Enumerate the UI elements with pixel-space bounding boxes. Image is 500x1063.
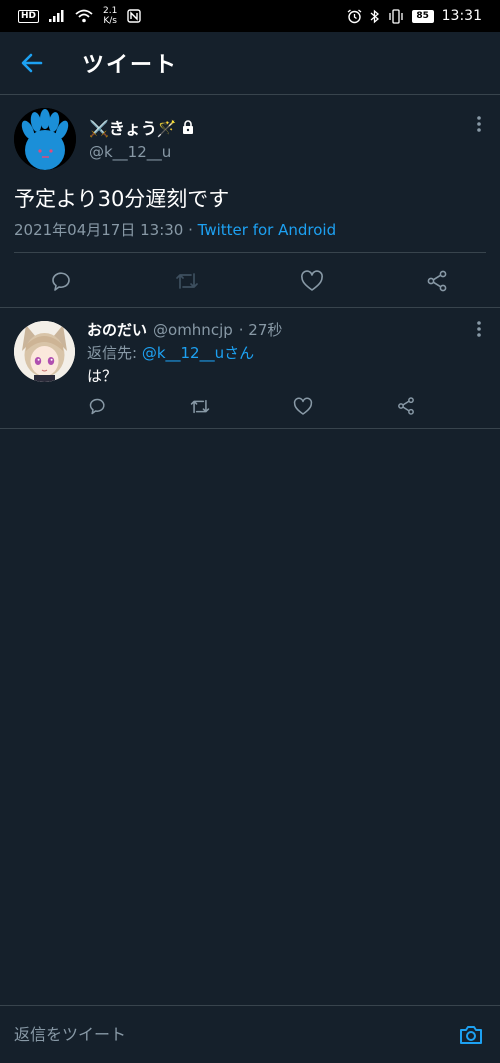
replying-to-label: 返信先: (87, 344, 142, 362)
reply-button[interactable] (48, 267, 76, 295)
tweet-text: 予定より30分遅刻です (14, 187, 230, 211)
reply-author-name[interactable]: おのだい (87, 319, 147, 340)
app-header: ツイート (0, 32, 500, 95)
reply-share-button[interactable] (394, 394, 418, 418)
more-vertical-icon (477, 116, 481, 132)
more-options-button[interactable] (476, 115, 482, 137)
retweet-icon (176, 273, 198, 289)
tweet-actions (0, 263, 500, 303)
more-vertical-icon (477, 321, 481, 337)
share-icon (398, 397, 414, 415)
status-bar: HD 2.1 K/s 85 13:31 (0, 0, 500, 32)
battery-indicator: 85 (411, 9, 434, 23)
replying-to-mention[interactable]: @k__12__uさん (142, 344, 254, 362)
reply-author-handle[interactable]: @omhncjp (153, 321, 233, 339)
tweet-timestamp: 2021年04月17日 13:30 (14, 221, 184, 239)
retweet-icon (190, 399, 210, 413)
replying-to: 返信先: @k__12__uさん (87, 342, 254, 363)
avatar-image (14, 108, 76, 170)
avatar[interactable] (14, 108, 76, 170)
alarm-icon (347, 8, 362, 23)
like-icon (301, 270, 323, 291)
back-button[interactable] (0, 32, 64, 95)
nfc-icon (127, 9, 142, 23)
lock-icon (182, 120, 193, 134)
reply-input[interactable] (14, 1025, 456, 1044)
share-button[interactable] (423, 267, 451, 295)
divider (14, 252, 486, 253)
main-tweet: ⚔️きょう🪄 @k__12__u 予定より30分遅刻です 2021年04月17日… (0, 95, 500, 308)
reply-retweet-button[interactable] (188, 394, 212, 418)
camera-icon (460, 1025, 482, 1044)
author-handle[interactable]: @k__12__u (89, 143, 171, 161)
reply-tweet[interactable]: おのだい @omhncjp · 27秒 返信先: @k__12__uさん は？ (0, 308, 500, 429)
reply-icon (89, 398, 105, 415)
like-button[interactable] (298, 267, 326, 295)
hd-badge: HD (18, 9, 40, 23)
tweet-source-link[interactable]: Twitter for Android (198, 221, 336, 239)
reply-avatar-image (14, 321, 75, 382)
network-speed: 2.1 K/s (103, 6, 118, 26)
reply-reply-button[interactable] (86, 394, 110, 418)
reply-actions (0, 394, 500, 420)
share-icon (427, 270, 447, 292)
reply-header: おのだい @omhncjp · 27秒 (87, 319, 282, 340)
meta-separator: · (183, 221, 198, 239)
reply-like-button[interactable] (291, 394, 315, 418)
reply-more-options-button[interactable] (476, 320, 482, 342)
reply-compose-bar (0, 1005, 500, 1063)
tweet-meta: 2021年04月17日 13:30 · Twitter for Android (14, 219, 336, 240)
bluetooth-icon (370, 9, 379, 23)
page-title: ツイート (82, 53, 179, 78)
reply-text: は？ (87, 367, 118, 385)
signal-icon (49, 10, 64, 22)
arrow-left-icon (21, 53, 43, 73)
reply-time: · 27秒 (238, 321, 283, 339)
camera-button[interactable] (456, 1020, 486, 1050)
wifi-icon (75, 9, 93, 23)
retweet-button[interactable] (173, 267, 201, 295)
author-name[interactable]: ⚔️きょう🪄 (89, 115, 195, 139)
reply-avatar[interactable] (14, 321, 75, 382)
status-clock: 13:31 (441, 8, 482, 24)
reply-icon (52, 272, 70, 291)
vibrate-icon (388, 8, 403, 24)
like-icon (293, 397, 313, 415)
